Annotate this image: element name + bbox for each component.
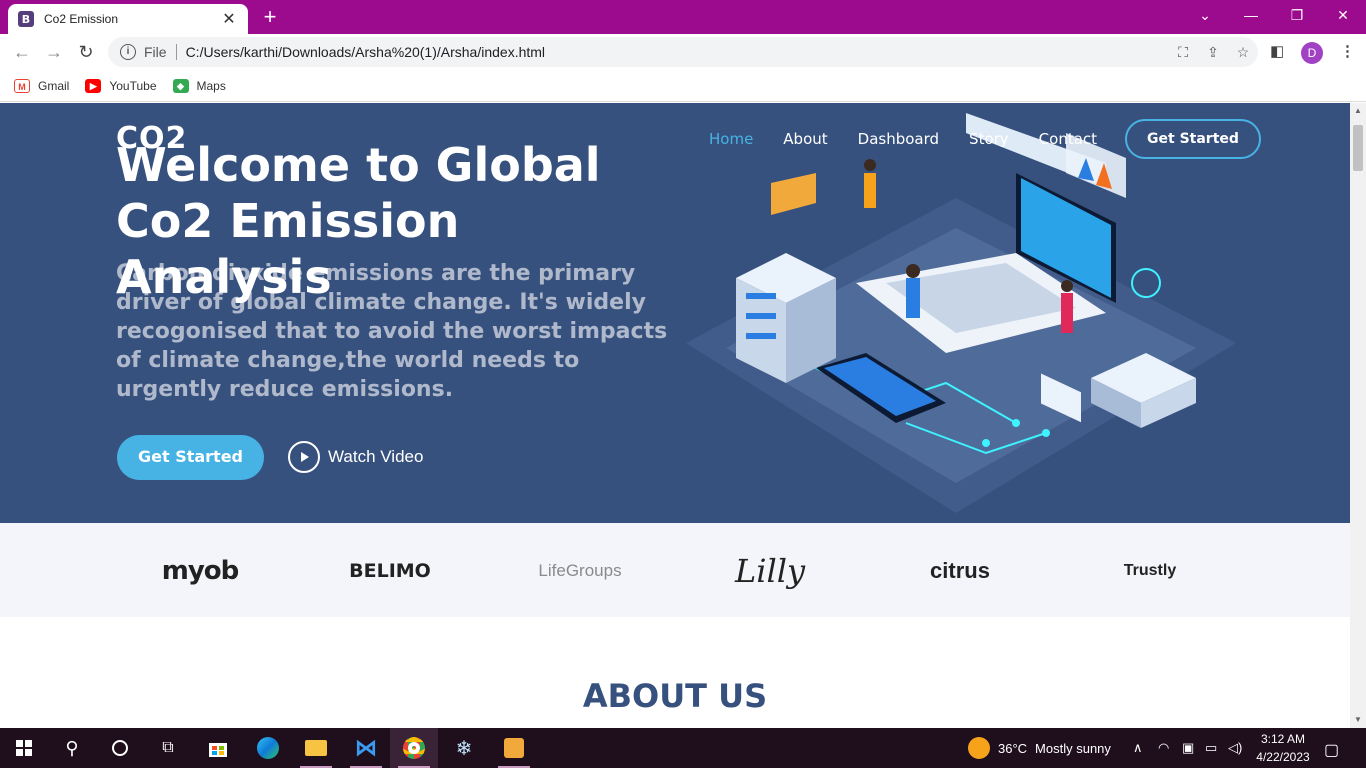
system-clock[interactable]: 3:12 AM 4/22/2023 <box>1252 730 1314 766</box>
address-bar[interactable]: i File C:/Users/karthi/Downloads/Arsha%2… <box>108 37 1258 67</box>
clients-section: myob BELIMO LifeGroups Lilly citrus Trus… <box>0 523 1350 617</box>
url-text[interactable]: C:/Users/karthi/Downloads/Arsha%20(1)/Ar… <box>186 44 545 60</box>
bookmark-label: Gmail <box>38 78 70 93</box>
browser-tab[interactable]: B Co2 Emission ✕ <box>8 4 248 34</box>
chevron-up-icon[interactable]: ∧ <box>1133 740 1143 756</box>
bookmark-gmail[interactable]: M Gmail <box>14 78 70 93</box>
client-logo-lilly: Lilly <box>734 552 806 590</box>
weather-temp: 36°C <box>998 740 1028 756</box>
cortana-icon[interactable] <box>96 728 144 768</box>
new-tab-button[interactable]: + <box>258 4 282 30</box>
client-logo-citrus: citrus <box>930 558 990 583</box>
nav-home[interactable]: Home <box>709 119 753 159</box>
bookmark-label: YouTube <box>109 78 157 93</box>
bootstrap-favicon-icon: B <box>18 11 34 27</box>
hero-illustration <box>686 113 1236 513</box>
client-logo-belimo: BELIMO <box>349 560 431 582</box>
battery-icon[interactable]: ▭ <box>1205 740 1217 756</box>
hero-subtitle: Carbon dioxide emissions are the primary… <box>116 261 668 402</box>
watch-video-label: Watch Video <box>328 447 424 466</box>
web-page: CO2 Welcome to Global Co2 Emission Analy… <box>0 103 1350 728</box>
nav-story[interactable]: Story <box>969 119 1009 159</box>
nav-dashboard[interactable]: Dashboard <box>858 119 939 159</box>
nav-get-started-button[interactable]: Get Started <box>1125 119 1261 159</box>
file-explorer-icon[interactable] <box>292 728 340 768</box>
nav-contact[interactable]: Contact <box>1039 119 1097 159</box>
volume-icon[interactable]: ◁) <box>1228 740 1242 756</box>
windows-taskbar: ⚲ ⧉ ⋈ ❄ 36°C Mostly sunny ∧ ◠ ▣ ▭ ◁) 3:1… <box>0 728 1366 768</box>
forward-icon[interactable]: → <box>42 40 66 64</box>
app-icon[interactable] <box>490 728 538 768</box>
gmail-icon: M <box>14 78 30 93</box>
client-logo-trustly: Trustly <box>1123 562 1177 579</box>
wifi-icon[interactable]: ◠ <box>1158 740 1169 756</box>
omnibox-divider <box>175 44 177 60</box>
back-icon[interactable]: ← <box>10 40 34 64</box>
store-icon[interactable] <box>194 728 242 768</box>
scroll-down-icon[interactable]: ▼ <box>1350 712 1366 728</box>
play-icon <box>288 441 320 473</box>
notification-icon[interactable]: ▢ <box>1324 740 1339 760</box>
clock-time: 3:12 AM <box>1260 732 1306 746</box>
bookmarks-bar: M Gmail ▶ YouTube ◆ Maps <box>0 70 1366 102</box>
share-icon[interactable]: ⇪ <box>1204 43 1222 61</box>
about-us-heading: ABOUT US <box>582 677 768 715</box>
watch-video-button[interactable]: Watch Video <box>288 441 423 473</box>
weather-widget[interactable]: 36°C Mostly sunny <box>968 728 1111 768</box>
browser-tab-strip: B Co2 Emission ✕ + ⌄ — ❐ ✕ <box>0 0 1366 34</box>
weather-desc: Mostly sunny <box>1035 740 1111 756</box>
translate-icon[interactable]: ⛶ <box>1174 43 1192 61</box>
client-logo-myob: myob <box>161 556 240 586</box>
vscode-icon[interactable]: ⋈ <box>342 728 390 768</box>
hero-section: CO2 Welcome to Global Co2 Emission Analy… <box>0 103 1350 523</box>
task-view-icon[interactable]: ⧉ <box>144 728 192 768</box>
nav-about[interactable]: About <box>783 119 827 159</box>
edge-icon[interactable] <box>244 728 292 768</box>
scroll-thumb[interactable] <box>1353 125 1363 171</box>
maps-icon: ◆ <box>172 78 189 93</box>
tab-search-icon[interactable]: ⌄ <box>1182 0 1228 30</box>
scroll-up-icon[interactable]: ▲ <box>1350 103 1366 119</box>
side-panel-icon[interactable]: ◧ <box>1270 42 1284 60</box>
meet-icon[interactable]: ▣ <box>1182 740 1194 756</box>
youtube-icon: ▶ <box>85 78 102 93</box>
menu-kebab-icon[interactable]: ⋮ <box>1340 42 1355 60</box>
close-tab-icon[interactable]: ✕ <box>220 9 238 29</box>
reload-icon[interactable]: ↻ <box>74 40 98 64</box>
bookmark-youtube[interactable]: ▶ YouTube <box>85 78 157 93</box>
bookmark-star-icon[interactable]: ☆ <box>1234 43 1252 61</box>
sun-icon <box>968 737 990 759</box>
restore-button[interactable]: ❐ <box>1274 0 1320 30</box>
tab-title: Co2 Emission <box>44 12 119 26</box>
main-nav: Home About Dashboard Story Contact Get S… <box>709 119 1261 159</box>
bookmark-maps[interactable]: ◆ Maps <box>172 78 226 93</box>
omnibox-actions: ⛶ ⇪ ☆ <box>1174 43 1252 61</box>
search-icon[interactable]: ⚲ <box>48 728 96 768</box>
page-scrollbar[interactable]: ▲ ▼ <box>1350 103 1366 728</box>
client-logo-lifegroups: LifeGroups <box>538 561 622 580</box>
site-info-icon[interactable]: i <box>120 44 136 60</box>
close-window-button[interactable]: ✕ <box>1320 0 1366 30</box>
clock-date: 4/22/2023 <box>1256 750 1310 764</box>
start-windows-icon[interactable] <box>0 728 48 768</box>
profile-avatar[interactable]: D <box>1301 42 1323 64</box>
url-scheme: File <box>144 44 167 60</box>
snipping-tool-icon[interactable]: ❄ <box>440 728 488 768</box>
get-started-button[interactable]: Get Started <box>117 435 264 480</box>
chrome-icon[interactable] <box>390 728 438 768</box>
bookmark-label: Maps <box>196 78 226 93</box>
browser-toolbar: ← → ↻ i File C:/Users/karthi/Downloads/A… <box>0 34 1366 70</box>
minimize-button[interactable]: — <box>1228 0 1274 30</box>
